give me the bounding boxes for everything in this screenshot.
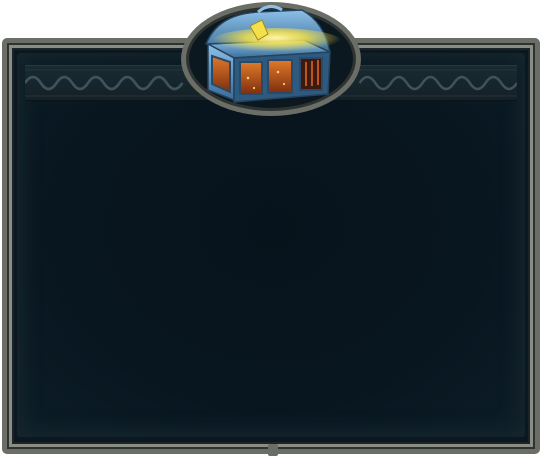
treasure-chest-icon <box>181 2 361 116</box>
frame-bottom-notch <box>268 444 278 456</box>
header-emblem <box>178 0 364 118</box>
